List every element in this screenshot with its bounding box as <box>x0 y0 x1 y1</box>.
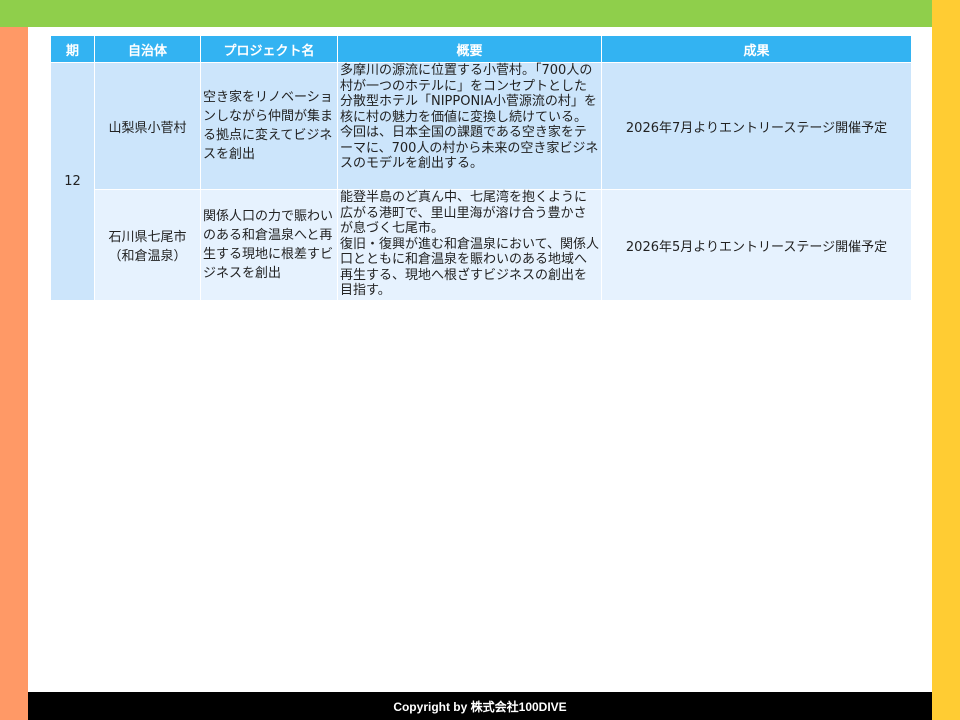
right-accent-bar <box>932 0 960 720</box>
municipality-cell: 山梨県小菅村 <box>95 63 200 189</box>
header-municipality: 自治体 <box>95 36 200 62</box>
result-cell: 2026年5月よりエントリーステージ開催予定 <box>602 190 911 300</box>
header-summary: 概要 <box>338 36 601 62</box>
header-result: 成果 <box>602 36 911 62</box>
table-row: 12 山梨県小菅村 空き家をリノベーションしながら仲間が集まる拠点に変えてビジネ… <box>51 63 911 300</box>
copyright-text: Copyright by 株式会社100DIVE <box>393 699 567 714</box>
period-cell: 12 <box>51 63 94 300</box>
header-period: 期 <box>51 36 94 62</box>
table-header-row: 期 自治体 プロジェクト名 概要 成果 <box>51 36 911 62</box>
summary-cell: 能登半島のど真ん中、七尾湾を抱くように広がる港町で、里山里海が溶け合う豊かさが息… <box>338 190 601 300</box>
header-project-name: プロジェクト名 <box>201 36 337 62</box>
result-cell: 2026年7月よりエントリーステージ開催予定 <box>602 63 911 189</box>
project-name-cell: 関係人口の力で賑わいのある和倉温泉へと再生する現地に根差すビジネスを創出 <box>201 190 337 300</box>
project-name-cell: 空き家をリノベーションしながら仲間が集まる拠点に変えてビジネスを創出 <box>201 63 337 189</box>
project-table: 期 自治体 プロジェクト名 概要 成果 12 山梨県小菅村 空き家をリノベーショ… <box>50 35 912 301</box>
top-accent-bar <box>0 0 960 27</box>
table-row: 石川県七尾市（和倉温泉） 関係人口の力で賑わいのある和倉温泉へと再生する現地に根… <box>51 190 911 300</box>
municipality-cell: 石川県七尾市（和倉温泉） <box>95 190 200 300</box>
left-accent-bar <box>0 27 28 720</box>
summary-cell: 多摩川の源流に位置する小菅村。「700人の村が一つのホテルに」をコンセプトとした… <box>338 63 601 189</box>
copyright-footer: Copyright by 株式会社100DIVE <box>28 692 932 720</box>
